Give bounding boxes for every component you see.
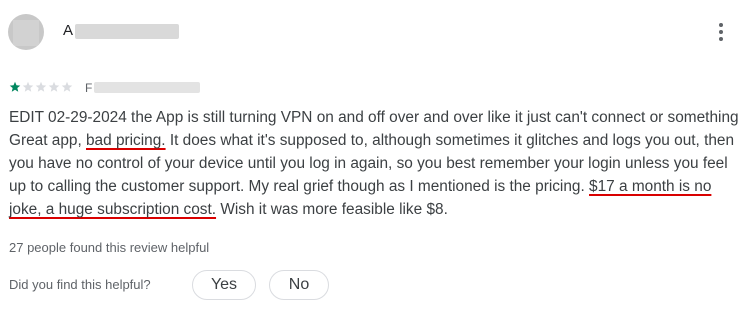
review-text-part: Wish it was more feasible like $8. [216,201,448,218]
author-name: A [63,22,74,39]
avatar [8,14,44,50]
star-icon [48,81,60,92]
highlighted-text: bad pricing. [86,132,166,149]
star-icon [61,81,73,92]
helpful-yes-button[interactable]: Yes [192,270,256,300]
star-icon [9,81,21,92]
more-vert-icon [719,23,723,27]
star-icon [35,81,47,92]
review-date: F [85,81,93,95]
more-vert-icon [719,37,723,41]
author-name-redaction [75,24,179,39]
review-date-redaction [94,82,200,93]
avatar-blur [13,20,39,46]
more-vert-icon [719,30,723,34]
star-icon [22,81,34,92]
helpful-no-button[interactable]: No [269,270,329,300]
review-text: EDIT 02-29-2024 the App is still turning… [9,106,747,221]
more-options-button[interactable] [712,18,730,46]
helpful-count: 27 people found this review helpful [9,240,210,255]
star-rating [9,81,73,93]
helpful-question: Did you find this helpful? [9,277,151,292]
